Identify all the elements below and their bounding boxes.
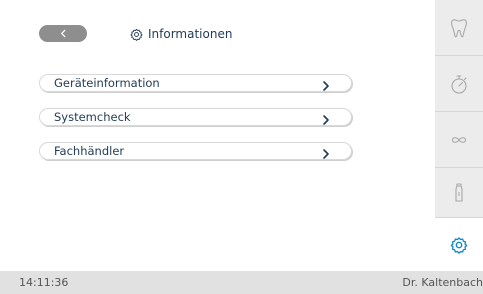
infinity-icon (451, 136, 467, 143)
sidebar-item-bottle[interactable] (435, 168, 483, 218)
back-button[interactable] (39, 25, 87, 42)
chevron-left-icon (60, 29, 65, 38)
page-title: Informationen (130, 25, 232, 43)
main-content: Informationen Geräteinformation Systemch… (0, 0, 435, 271)
menu-item-fachhaendler[interactable]: Fachhändler (39, 142, 352, 160)
gear-icon (130, 28, 143, 41)
sidebar (435, 0, 483, 271)
menu-item-label: Fachhändler (54, 144, 125, 158)
menu-item-geraeteinformation[interactable]: Geräteinformation (39, 74, 352, 92)
status-time: 14:11:36 (19, 276, 69, 289)
menu-item-systemcheck[interactable]: Systemcheck (39, 108, 352, 126)
status-user: Dr. Kaltenbach (402, 276, 483, 289)
page-title-text: Informationen (148, 27, 233, 41)
status-bar: 14:11:36 Dr. Kaltenbach (0, 271, 483, 294)
bottle-icon (455, 182, 463, 202)
menu-item-label: Geräteinformation (54, 76, 160, 90)
stopwatch-icon (451, 74, 467, 94)
menu-item-label: Systemcheck (54, 110, 131, 124)
sidebar-item-timer[interactable] (435, 56, 483, 112)
chevron-right-icon (321, 77, 331, 91)
sidebar-item-tooth[interactable] (435, 0, 483, 56)
chevron-right-icon (321, 111, 331, 125)
chevron-right-icon (321, 145, 331, 159)
sidebar-item-loop[interactable] (435, 112, 483, 168)
gear-icon (450, 236, 468, 254)
tooth-icon (451, 18, 467, 37)
sidebar-item-settings[interactable] (435, 218, 483, 271)
